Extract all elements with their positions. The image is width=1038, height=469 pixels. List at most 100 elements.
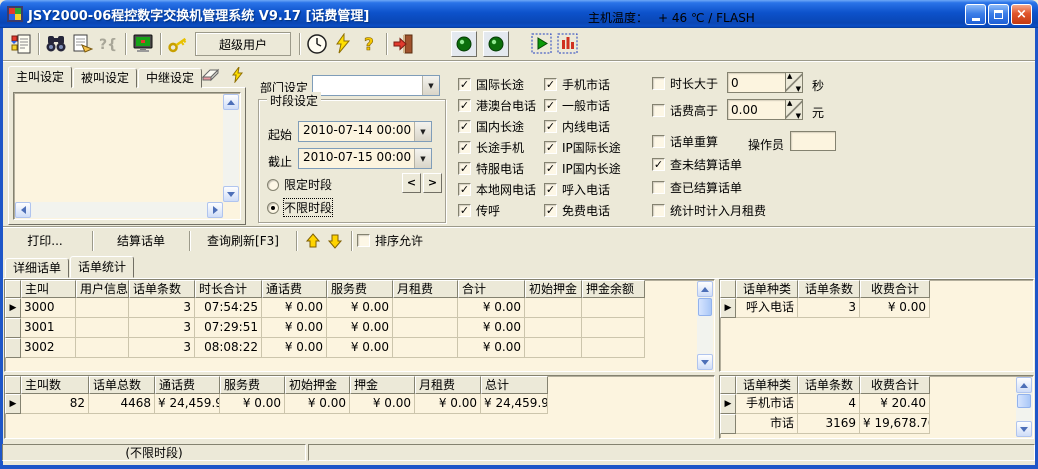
checkbox[interactable]: ✓ [544, 120, 557, 133]
caller-setting-editor[interactable] [13, 92, 241, 220]
grid-cell[interactable]: ¥ 0.00 [262, 338, 327, 358]
editor-vertical-scrollbar[interactable] [223, 94, 239, 202]
lightning-icon[interactable] [330, 31, 356, 57]
fee-input[interactable] [727, 99, 786, 120]
column-header[interactable]: 合计 [458, 280, 525, 298]
lightning-small-icon[interactable] [226, 66, 248, 84]
maximize-button[interactable] [988, 4, 1009, 25]
radio-icon[interactable] [267, 202, 279, 214]
led-green-icon[interactable] [451, 31, 477, 57]
checkbox[interactable]: ✓ [458, 183, 471, 196]
print-button[interactable]: 打印... [3, 230, 87, 252]
column-header[interactable]: 收费合计 [860, 376, 930, 394]
checkbox[interactable]: ✓ [458, 162, 471, 175]
grid-cell[interactable] [582, 338, 645, 358]
column-header[interactable]: 初始押金 [525, 280, 582, 298]
scroll-down-button[interactable] [1016, 421, 1032, 437]
column-header[interactable]: 服务费 [327, 280, 393, 298]
chevron-down-icon[interactable]: ▼ [422, 76, 439, 95]
checkbox[interactable]: ✓ [458, 204, 471, 217]
checkbox[interactable]: ✓ [544, 141, 557, 154]
tab-setting-1[interactable]: 被叫设定 [73, 68, 137, 88]
grid-cell[interactable] [525, 318, 582, 338]
minimize-button[interactable] [965, 4, 986, 25]
prev-period-button[interactable]: < [402, 173, 421, 193]
table-row[interactable]: 市话3169¥ 19,678.70 [720, 414, 1033, 434]
filter-recalc[interactable]: 话单重算 [652, 134, 718, 149]
grid-cell[interactable]: 3000 [21, 298, 76, 318]
table-row[interactable]: ▶3000307:54:25¥ 0.00¥ 0.00¥ 0.00 [5, 298, 714, 318]
grid-cell[interactable] [393, 298, 458, 318]
grid-cell[interactable] [582, 318, 645, 338]
calltype-option[interactable]: ✓长途手机 [458, 137, 536, 158]
grid-cell[interactable]: 市话 [736, 414, 798, 434]
grid-cell[interactable]: 3002 [21, 338, 76, 358]
grid-cell[interactable]: 82 [21, 394, 89, 414]
operator-input[interactable] [790, 131, 836, 151]
radio-icon[interactable] [267, 179, 279, 191]
chevron-down-icon[interactable]: ▼ [414, 122, 431, 141]
row-selector[interactable]: ▶ [5, 298, 21, 318]
column-header[interactable]: 话单条数 [798, 280, 860, 298]
radio-unlimited-period[interactable]: 不限时段 [267, 200, 332, 215]
calltype-option[interactable]: ✓传呼 [458, 200, 536, 221]
grid-cell[interactable]: ¥ 0.00 [458, 298, 525, 318]
move-down-button[interactable] [324, 230, 346, 252]
grid-cell[interactable]: ¥ 24,459.95 [481, 394, 548, 414]
scroll-right-button[interactable] [207, 202, 223, 218]
grid-cell[interactable]: ¥ 0.00 [327, 318, 393, 338]
row-selector[interactable] [720, 414, 736, 434]
grid-cell[interactable]: ¥ 0.00 [285, 394, 350, 414]
monthly-fee-checkbox[interactable] [652, 204, 665, 217]
column-header[interactable]: 通话费 [155, 376, 220, 394]
department-combo[interactable]: ▼ [312, 75, 440, 96]
grid-cell[interactable]: 3 [129, 338, 195, 358]
scrollbar-thumb[interactable] [1017, 394, 1031, 408]
grid-cell[interactable]: ¥ 0.00 [327, 298, 393, 318]
unsettled-checkbox[interactable]: ✓ [652, 158, 665, 171]
grid-cell[interactable]: ¥ 19,678.70 [860, 414, 930, 434]
grid-cell[interactable]: 4468 [89, 394, 155, 414]
column-header[interactable]: 时长合计 [195, 280, 262, 298]
table-row[interactable]: ▶824468¥ 24,459.95¥ 0.00¥ 0.00¥ 0.00¥ 0.… [5, 394, 714, 414]
calltype-option[interactable]: ✓港澳台电话 [458, 95, 536, 116]
checkbox[interactable]: ✓ [544, 204, 557, 217]
duration-checkbox[interactable] [652, 77, 665, 90]
tab-setting-0[interactable]: 主叫设定 [8, 66, 72, 88]
column-header[interactable]: 押金 [350, 376, 415, 394]
question-help-icon[interactable]: ? [356, 31, 382, 57]
grid-cell[interactable]: 呼入电话 [736, 298, 798, 318]
column-header[interactable]: 话单条数 [798, 376, 860, 394]
calltype-option[interactable]: ✓IP国际长途 [544, 137, 621, 158]
stats-run-icon[interactable] [529, 31, 555, 57]
tab-view-1[interactable]: 话单统计 [70, 256, 134, 278]
sort-allow-option[interactable]: 排序允许 [357, 232, 423, 249]
caller-grid-scrollbar[interactable] [697, 281, 713, 370]
column-header[interactable]: 初始押金 [285, 376, 350, 394]
duration-spinner[interactable]: ▲ ▼ [785, 72, 803, 93]
table-row[interactable]: ▶手机市话4¥ 20.40 [720, 394, 1033, 414]
column-header[interactable]: 主叫数 [21, 376, 89, 394]
column-header[interactable]: 服务费 [220, 376, 285, 394]
calltype-option[interactable]: ✓手机市话 [544, 74, 621, 95]
grid-cell[interactable]: ¥ 0.00 [415, 394, 481, 414]
eraser-icon[interactable] [200, 66, 222, 84]
grid-cell[interactable]: 08:08:22 [195, 338, 262, 358]
scroll-up-button[interactable] [697, 281, 713, 297]
table-row[interactable]: 3002308:08:22¥ 0.00¥ 0.00¥ 0.00 [5, 338, 714, 358]
checkbox[interactable]: ✓ [458, 78, 471, 91]
row-selector[interactable] [5, 338, 21, 358]
column-header[interactable]: 话单总数 [89, 376, 155, 394]
grid-cell[interactable] [393, 318, 458, 338]
grid-cell[interactable]: ¥ 20.40 [860, 394, 930, 414]
tab-setting-2[interactable]: 中继设定 [138, 68, 202, 88]
calltype-option[interactable]: ✓一般市话 [544, 95, 621, 116]
grid-cell[interactable] [582, 298, 645, 318]
calltype-option[interactable]: ✓呼入电话 [544, 179, 621, 200]
column-header[interactable]: 话单种类 [736, 280, 798, 298]
row-selector[interactable]: ▶ [720, 394, 736, 414]
checkbox[interactable]: ✓ [458, 141, 471, 154]
grid-cell[interactable]: ¥ 24,459.95 [155, 394, 220, 414]
spin-up-icon[interactable]: ▲ [787, 99, 792, 107]
column-header[interactable]: 押金余额 [582, 280, 645, 298]
